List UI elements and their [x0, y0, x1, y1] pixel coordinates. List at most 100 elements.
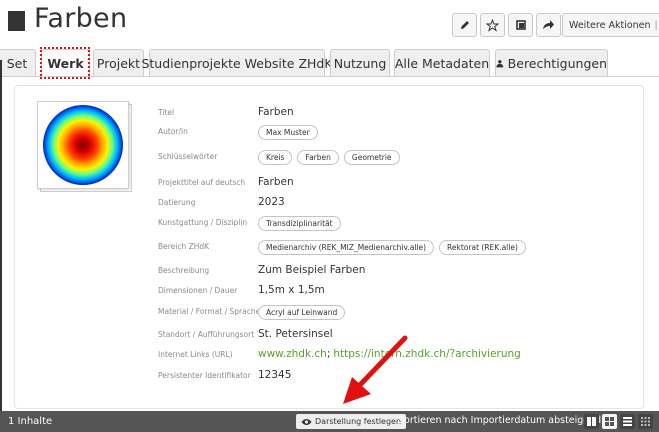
meta-label: Material / Format / Sprache	[158, 307, 261, 316]
meta-label: Schlüsselwörter	[158, 152, 218, 161]
star-icon	[486, 18, 499, 32]
meta-row-bereich: Bereich ZHdK Medienarchiv (REK_MIZ_Medie…	[158, 239, 628, 257]
meta-row-links: Internet Links (URL) www.zhdk.ch ; https…	[158, 347, 628, 365]
sort-dropdown[interactable]: Sortieren nach Importierdatum absteigend…	[398, 415, 608, 426]
left-border	[0, 60, 2, 432]
list-icon	[623, 417, 632, 426]
meta-value: Kreis Farben Geometrie	[258, 150, 400, 165]
more-actions-button[interactable]: Weitere Aktionen | ▼	[562, 13, 659, 37]
favorite-button[interactable]	[480, 13, 505, 37]
more-actions-label: Weitere Aktionen	[569, 19, 651, 31]
meta-value: Zum Beispiel Farben	[258, 264, 365, 276]
author-tag[interactable]: Max Muster	[258, 125, 318, 140]
tab-projekt-label: Projekt	[96, 56, 141, 71]
meta-label: Titel	[158, 108, 175, 117]
meta-value: Medienarchiv (REK_MIZ_Medienarchiv.alle)…	[258, 240, 526, 255]
meta-label: Standort / Aufführungsort	[158, 330, 255, 339]
tab-studienprojekte-label: Studienprojekte Website ZHdK	[141, 56, 333, 71]
meta-row-beschreibung: Beschreibung Zum Beispiel Farben	[158, 263, 628, 281]
meta-label: Internet Links (URL)	[158, 350, 233, 359]
more-actions-separator: |	[654, 19, 658, 31]
meta-value: Farben	[258, 106, 294, 118]
forward-icon	[543, 20, 554, 29]
view-grid-button[interactable]	[602, 414, 617, 429]
title-value: Farben	[258, 106, 294, 118]
thumbnail[interactable]	[37, 101, 129, 189]
share-button[interactable]	[508, 13, 533, 37]
beschreibung-value: Zum Beispiel Farben	[258, 264, 366, 276]
meta-value: 2023	[258, 196, 285, 208]
edit-button[interactable]	[452, 13, 477, 37]
view-tiles-button[interactable]	[584, 414, 599, 429]
meta-value: www.zhdk.ch ; https://intern.zhdk.ch/?ar…	[258, 348, 521, 360]
tab-alle-metadaten[interactable]: Alle Metadaten	[394, 49, 490, 77]
meta-value: 12345	[258, 369, 291, 381]
meta-value: Transdiziplinarität	[258, 216, 341, 231]
eye-icon	[301, 418, 312, 425]
view-mode-buttons	[584, 414, 653, 429]
tab-nutzung[interactable]: Nutzung	[330, 49, 390, 77]
tab-set[interactable]: Set	[0, 49, 36, 77]
entry-icon	[8, 11, 25, 31]
forward-button[interactable]	[536, 13, 561, 37]
tab-berechtigungen-label: Berechtigungen	[507, 56, 607, 71]
tab-divider	[0, 76, 659, 77]
projekttitel-value: Farben	[258, 176, 294, 188]
share-icon	[515, 20, 526, 30]
meta-value: Farben	[258, 176, 294, 188]
meta-value: Max Muster	[258, 125, 318, 140]
meta-row-persistent: Persistenter Identifikator 12345	[158, 368, 628, 386]
item-count: 1 Inhalte	[8, 416, 53, 427]
layout-button[interactable]: Darstellung festlegen	[296, 414, 407, 429]
meta-label: Autor/in	[158, 127, 188, 136]
meta-row-material: Material / Format / Sprache Acryl auf Le…	[158, 304, 628, 322]
keyword-tag[interactable]: Geometrie	[343, 150, 400, 165]
view-list-button[interactable]	[620, 414, 635, 429]
tab-set-label: Set	[6, 56, 28, 71]
link-separator: ;	[326, 348, 331, 360]
meta-label: Beschreibung	[158, 266, 210, 275]
color-circle-image	[43, 105, 123, 185]
tab-nutzung-label: Nutzung	[333, 56, 387, 71]
material-tag[interactable]: Acryl auf Leinwand	[258, 305, 346, 320]
meta-value: 1,5m x 1,5m	[258, 284, 325, 296]
layout-button-label: Darstellung festlegen	[315, 417, 402, 426]
link-zhdk[interactable]: www.zhdk.ch	[258, 348, 327, 360]
pencil-icon	[460, 21, 469, 29]
department-tag[interactable]: Medienarchiv (REK_MIZ_Medienarchiv.alle)	[258, 240, 435, 255]
meta-row-datierung: Datierung 2023	[158, 195, 628, 213]
meta-label: Projekttitel auf deutsch	[158, 178, 246, 187]
meta-row-keywords: Schlüsselwörter Kreis Farben Geometrie	[158, 149, 628, 167]
tab-berechtigungen[interactable]: Berechtigungen	[495, 49, 608, 77]
meta-row-kunstgattung: Kunstgattung / Disziplin Transdiziplinar…	[158, 215, 628, 233]
datierung-value: 2023	[258, 196, 285, 208]
meta-label: Kunstgattung / Disziplin	[158, 218, 248, 227]
page-title: Farben	[34, 3, 128, 34]
tiles-icon	[587, 417, 596, 426]
dimensionen-value: 1,5m x 1,5m	[258, 284, 325, 296]
tab-bar: Set Werk Projekt Studienprojekte Website…	[0, 49, 659, 77]
title-bar: Farben Weitere Aktionen | ▼	[0, 0, 659, 44]
meta-row-titel: Titel Farben	[158, 105, 628, 123]
meta-label: Persistenter Identifikator	[158, 371, 251, 380]
discipline-tag[interactable]: Transdiziplinarität	[258, 216, 341, 231]
department-tag[interactable]: Rektorat (REK.alle)	[439, 240, 526, 255]
tab-studienprojekte[interactable]: Studienprojekte Website ZHdK	[141, 49, 333, 77]
tab-projekt[interactable]: Projekt	[93, 49, 144, 77]
meta-label: Datierung	[158, 198, 196, 207]
meta-label: Bereich ZHdK	[158, 242, 210, 251]
persistent-id-value: 12345	[258, 369, 292, 381]
meta-row-autor: Autor/in Max Muster	[158, 124, 628, 142]
meta-value: Acryl auf Leinwand	[258, 305, 346, 320]
meta-row-standort: Standort / Aufführungsort St. Petersinse…	[158, 327, 628, 345]
view-miniature-button[interactable]	[638, 414, 653, 429]
user-icon	[496, 60, 504, 68]
annotation-highlight-box	[40, 47, 90, 79]
keyword-tag[interactable]: Kreis	[258, 150, 293, 165]
link-intern[interactable]: https://intern.zhdk.ch/?archivierung	[333, 348, 520, 360]
app-window: Farben Weitere Aktionen | ▼ Set Werk Pro…	[0, 0, 659, 432]
grid-icon	[605, 417, 614, 426]
keyword-tag[interactable]: Farben	[297, 150, 339, 165]
bottom-bar: 1 Inhalte Darstellung festlegen Sortiere…	[0, 411, 659, 432]
meta-label: Dimensionen / Dauer	[158, 286, 238, 295]
